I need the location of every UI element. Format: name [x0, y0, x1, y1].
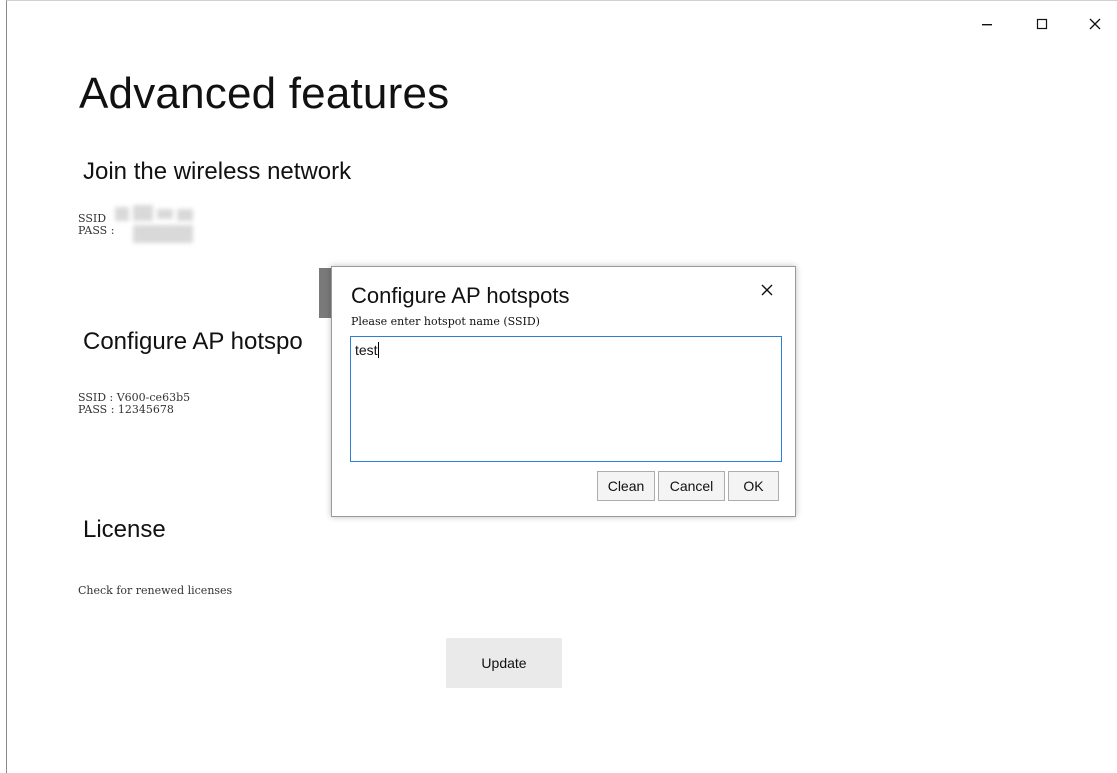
ok-button[interactable]: OK — [728, 471, 779, 501]
ap-section-title: Configure AP hotspo — [83, 328, 303, 355]
dialog-close-button[interactable] — [754, 277, 780, 303]
ap-pass: PASS : 12345678 — [78, 403, 174, 416]
wireless-pass: PASS : — [78, 224, 118, 237]
close-icon — [761, 284, 773, 296]
configure-ap-dialog: Configure AP hotspots Please enter hotsp… — [331, 266, 796, 517]
clean-button[interactable]: Clean — [597, 471, 655, 501]
maximize-icon — [1036, 18, 1048, 30]
page-title: Advanced features — [79, 69, 450, 118]
ssid-input-value: test — [355, 342, 378, 358]
license-description: Check for renewed licenses — [78, 584, 233, 597]
update-button[interactable]: Update — [446, 638, 562, 688]
license-section-title: License — [83, 516, 166, 543]
close-button[interactable] — [1072, 1, 1117, 47]
minimize-button[interactable] — [964, 1, 1010, 47]
maximize-button[interactable] — [1019, 1, 1065, 47]
cancel-button[interactable]: Cancel — [658, 471, 725, 501]
text-caret — [377, 342, 379, 358]
wireless-section-title: Join the wireless network — [83, 158, 352, 185]
dialog-prompt: Please enter hotspot name (SSID) — [351, 315, 540, 328]
ssid-input[interactable]: test — [350, 336, 782, 462]
minimize-icon — [982, 24, 992, 26]
dialog-title: Configure AP hotspots — [351, 283, 570, 308]
close-icon — [1089, 18, 1101, 30]
